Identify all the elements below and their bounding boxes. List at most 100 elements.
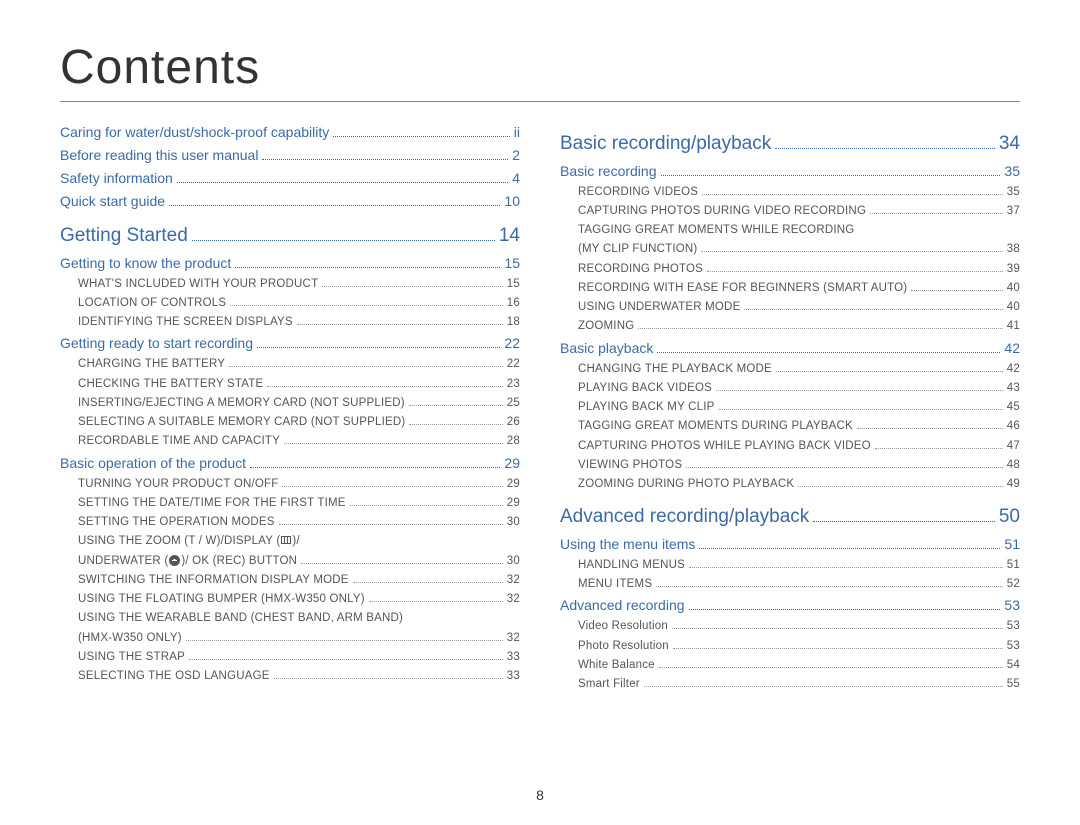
- toc-entry[interactable]: CAPTURING PHOTOS DURING VIDEO RECORDING3…: [560, 203, 1020, 220]
- toc-entry[interactable]: RECORDING WITH EASE FOR BEGINNERS (SMART…: [560, 280, 1020, 297]
- toc-page: 40: [1007, 299, 1020, 316]
- toc-entry[interactable]: ZOOMING DURING PHOTO PLAYBACK49: [560, 476, 1020, 493]
- toc-page: 53: [1007, 638, 1020, 655]
- toc-leader-dots: [235, 255, 500, 268]
- toc-leader-dots: [274, 669, 503, 679]
- toc-entry[interactable]: SELECTING THE OSD LANGUAGE33: [60, 668, 520, 685]
- toc-label: Before reading this user manual: [60, 145, 258, 166]
- toc-entry[interactable]: USING THE ZOOM (T / W)/DISPLAY ()/: [60, 533, 520, 550]
- toc-label: Basic recording: [560, 161, 657, 182]
- toc-label: MENU ITEMS: [578, 576, 652, 593]
- toc-entry[interactable]: PLAYING BACK MY CLIP45: [560, 399, 1020, 416]
- toc-page: 43: [1007, 380, 1020, 397]
- toc-label: USING THE FLOATING BUMPER (HMX-W350 ONLY…: [78, 591, 365, 608]
- toc-label: Basic operation of the product: [60, 453, 246, 474]
- display-icon: [281, 536, 291, 544]
- toc-entry[interactable]: Basic recording35: [560, 161, 1020, 182]
- toc-label: Getting to know the product: [60, 253, 231, 274]
- toc-entry[interactable]: Quick start guide10: [60, 191, 520, 212]
- toc-entry[interactable]: PLAYING BACK VIDEOS43: [560, 380, 1020, 397]
- toc-entry[interactable]: RECORDING PHOTOS39: [560, 261, 1020, 278]
- toc-entry[interactable]: CAPTURING PHOTOS WHILE PLAYING BACK VIDE…: [560, 438, 1020, 455]
- toc-page: 33: [507, 649, 520, 666]
- toc-entry[interactable]: USING UNDERWATER MODE40: [560, 299, 1020, 316]
- toc-entry[interactable]: CHANGING THE PLAYBACK MODE42: [560, 361, 1020, 378]
- toc-entry[interactable]: Safety information4: [60, 168, 520, 189]
- toc-entry[interactable]: RECORDING VIDEOS35: [560, 184, 1020, 201]
- toc-label: Basic playback: [560, 338, 653, 359]
- toc-page: 51: [1004, 534, 1020, 555]
- toc-page: 45: [1007, 399, 1020, 416]
- toc-entry[interactable]: UNDERWATER ()/ OK (REC) BUTTON30: [60, 553, 520, 570]
- toc-entry[interactable]: Getting ready to start recording22: [60, 333, 520, 354]
- toc-entry[interactable]: Before reading this user manual2: [60, 145, 520, 166]
- toc-page: 40: [1007, 280, 1020, 297]
- toc-label: SELECTING A SUITABLE MEMORY CARD (NOT SU…: [78, 414, 405, 431]
- toc-entry[interactable]: Basic recording/playback34: [560, 130, 1020, 159]
- toc-leader-dots: [409, 415, 502, 425]
- toc-label: SWITCHING THE INFORMATION DISPLAY MODE: [78, 572, 349, 589]
- toc-label: Safety information: [60, 168, 173, 189]
- toc-label: CHANGING THE PLAYBACK MODE: [578, 361, 772, 378]
- toc-label: CHARGING THE BATTERY: [78, 356, 225, 373]
- toc-entry[interactable]: WHAT'S INCLUDED WITH YOUR PRODUCT15: [60, 276, 520, 293]
- toc-leader-dots: [776, 361, 1003, 371]
- toc-label: ZOOMING DURING PHOTO PLAYBACK: [578, 476, 794, 493]
- toc-leader-dots: [192, 224, 495, 241]
- toc-entry[interactable]: TURNING YOUR PRODUCT ON/OFF29: [60, 476, 520, 493]
- toc-label: RECORDING VIDEOS: [578, 184, 698, 201]
- toc-label: UNDERWATER ()/ OK (REC) BUTTON: [78, 553, 297, 570]
- toc-entry[interactable]: Advanced recording53: [560, 595, 1020, 616]
- toc-entry[interactable]: ZOOMING41: [560, 318, 1020, 335]
- toc-entry[interactable]: Basic playback42: [560, 338, 1020, 359]
- toc-leader-dots: [189, 649, 503, 659]
- toc-label: WHAT'S INCLUDED WITH YOUR PRODUCT: [78, 276, 318, 293]
- toc-entry[interactable]: MENU ITEMS52: [560, 576, 1020, 593]
- toc-label: Advanced recording: [560, 595, 685, 616]
- underwater-icon: [169, 555, 180, 566]
- toc-entry[interactable]: SETTING THE OPERATION MODES30: [60, 514, 520, 531]
- toc-entry[interactable]: Smart Filter55: [560, 676, 1020, 693]
- toc-entry[interactable]: CHARGING THE BATTERY22: [60, 356, 520, 373]
- toc-label: CAPTURING PHOTOS DURING VIDEO RECORDING: [578, 203, 866, 220]
- toc-column-left: Caring for water/dust/shock-proof capabi…: [60, 120, 520, 695]
- toc-label: Basic recording/playback: [560, 130, 771, 159]
- toc-entry[interactable]: Video Resolution53: [560, 618, 1020, 635]
- toc-entry[interactable]: (HMX-W350 ONLY)32: [60, 630, 520, 647]
- toc-entry[interactable]: (MY CLIP FUNCTION)38: [560, 241, 1020, 258]
- toc-page: 29: [507, 476, 520, 493]
- toc-page: 26: [507, 414, 520, 431]
- toc-entry[interactable]: Using the menu items51: [560, 534, 1020, 555]
- toc-leader-dots: [875, 438, 1003, 448]
- toc-entry[interactable]: TAGGING GREAT MOMENTS WHILE RECORDING: [560, 222, 1020, 239]
- toc-label: VIEWING PHOTOS: [578, 457, 682, 474]
- toc-entry[interactable]: Getting to know the product15: [60, 253, 520, 274]
- toc-entry[interactable]: TAGGING GREAT MOMENTS DURING PLAYBACK46: [560, 418, 1020, 435]
- toc-entry[interactable]: USING THE STRAP33: [60, 649, 520, 666]
- toc-leader-dots: [744, 300, 1002, 310]
- toc-page: 32: [507, 572, 520, 589]
- toc-leader-dots: [322, 276, 503, 286]
- toc-entry[interactable]: White Balance54: [560, 657, 1020, 674]
- toc-entry[interactable]: SETTING THE DATE/TIME FOR THE FIRST TIME…: [60, 495, 520, 512]
- toc-leader-dots: [689, 598, 1001, 611]
- toc-label: CAPTURING PHOTOS WHILE PLAYING BACK VIDE…: [578, 438, 871, 455]
- toc-entry[interactable]: LOCATION OF CONTROLS16: [60, 295, 520, 312]
- toc-entry[interactable]: USING THE WEARABLE BAND (CHEST BAND, ARM…: [60, 610, 520, 627]
- toc-page: 50: [999, 503, 1020, 532]
- toc-entry[interactable]: RECORDABLE TIME AND CAPACITY28: [60, 433, 520, 450]
- toc-entry[interactable]: USING THE FLOATING BUMPER (HMX-W350 ONLY…: [60, 591, 520, 608]
- toc-entry[interactable]: Photo Resolution53: [560, 638, 1020, 655]
- toc-entry[interactable]: VIEWING PHOTOS48: [560, 457, 1020, 474]
- toc-entry[interactable]: SWITCHING THE INFORMATION DISPLAY MODE 32: [60, 572, 520, 589]
- toc-entry[interactable]: IDENTIFYING THE SCREEN DISPLAYS18: [60, 314, 520, 331]
- toc-entry[interactable]: Getting Started14: [60, 222, 520, 251]
- toc-entry[interactable]: Advanced recording/playback50: [560, 503, 1020, 532]
- toc-entry[interactable]: INSERTING/EJECTING A MEMORY CARD (NOT SU…: [60, 395, 520, 412]
- toc-entry[interactable]: CHECKING THE BATTERY STATE23: [60, 376, 520, 393]
- toc-entry[interactable]: Basic operation of the product29: [60, 453, 520, 474]
- toc-page: 30: [507, 514, 520, 531]
- toc-entry[interactable]: Caring for water/dust/shock-proof capabi…: [60, 122, 520, 143]
- toc-entry[interactable]: HANDLING MENUS51: [560, 557, 1020, 574]
- toc-entry[interactable]: SELECTING A SUITABLE MEMORY CARD (NOT SU…: [60, 414, 520, 431]
